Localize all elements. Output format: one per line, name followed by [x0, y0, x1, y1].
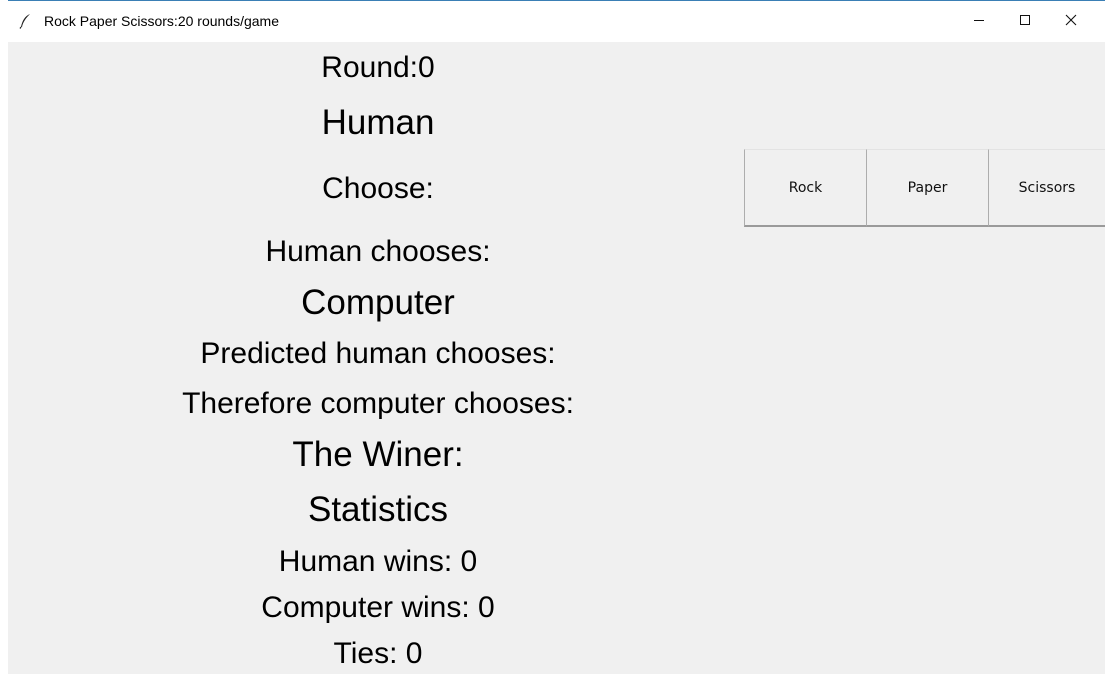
minimize-button[interactable] — [956, 1, 1002, 43]
close-button[interactable] — [1048, 1, 1094, 43]
computer-wins-label: Computer wins: 0 — [261, 591, 495, 624]
scissors-button[interactable]: Scissors — [988, 149, 1105, 227]
maximize-button[interactable] — [1002, 1, 1048, 43]
maximize-icon — [1019, 13, 1031, 31]
choice-button-row: Rock Paper Scissors — [744, 149, 1105, 227]
predicted-human-label: Predicted human chooses: — [200, 337, 556, 370]
app-window: Rock Paper Scissors:20 rounds/game Round… — [8, 0, 1105, 674]
window-title: Rock Paper Scissors:20 rounds/game — [44, 13, 279, 29]
title-bar[interactable]: Rock Paper Scissors:20 rounds/game — [8, 0, 1105, 42]
ties-label: Ties: 0 — [333, 637, 423, 670]
rock-button[interactable]: Rock — [744, 149, 866, 227]
human-wins-label: Human wins: 0 — [278, 545, 478, 578]
statistics-heading: Statistics — [307, 490, 449, 529]
winner-label: The Winer: — [292, 435, 464, 474]
computer-heading: Computer — [301, 283, 455, 322]
round-label: Round:0 — [321, 51, 435, 84]
minimize-icon — [973, 13, 985, 31]
paper-button[interactable]: Paper — [866, 149, 988, 227]
computer-choice-label: Therefore computer chooses: — [182, 387, 574, 420]
human-heading: Human — [321, 103, 435, 142]
feather-icon — [18, 13, 34, 29]
choose-label: Choose: — [322, 172, 434, 205]
human-chooses-label: Human chooses: — [265, 235, 491, 268]
close-icon — [1065, 13, 1077, 31]
